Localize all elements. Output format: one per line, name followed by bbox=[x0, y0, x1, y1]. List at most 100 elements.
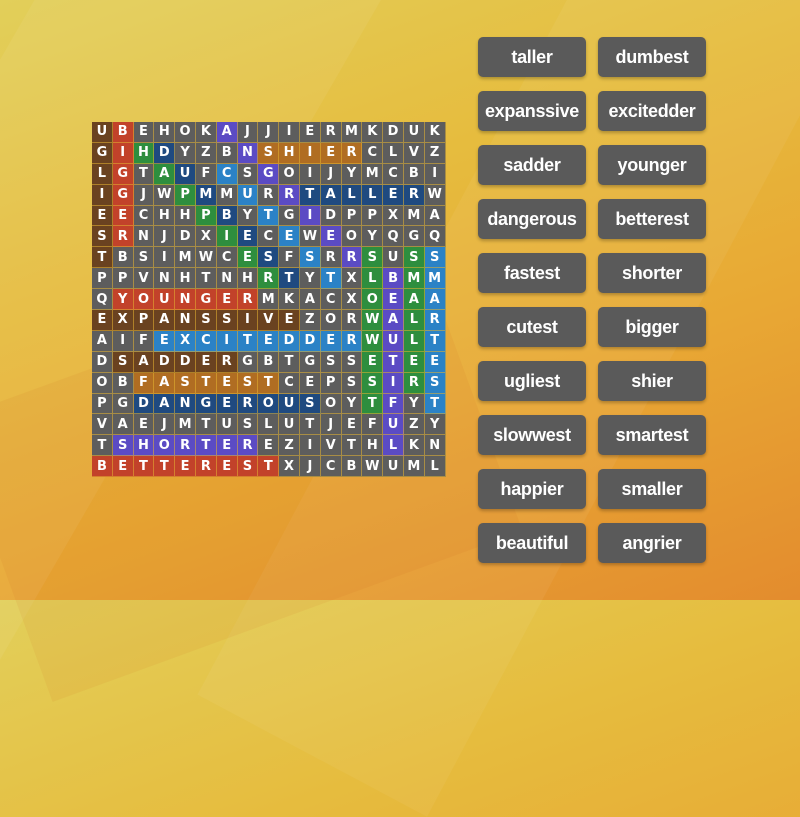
grid-cell[interactable]: N bbox=[216, 268, 238, 290]
grid-cell[interactable]: I bbox=[299, 435, 321, 457]
grid-cell[interactable]: H bbox=[279, 142, 300, 164]
grid-cell[interactable]: T bbox=[383, 351, 404, 373]
grid-cell[interactable]: G bbox=[92, 142, 113, 164]
grid-cell[interactable]: B bbox=[112, 372, 134, 394]
grid-cell[interactable]: R bbox=[112, 226, 134, 248]
grid-cell[interactable]: A bbox=[133, 351, 155, 373]
grid-cell[interactable]: Q bbox=[424, 226, 446, 248]
grid-cell[interactable]: D bbox=[320, 205, 342, 227]
grid-cell[interactable]: V bbox=[403, 142, 425, 164]
grid-cell[interactable]: B bbox=[92, 456, 113, 478]
grid-cell[interactable]: T bbox=[195, 414, 217, 436]
grid-cell[interactable]: Y bbox=[341, 163, 363, 185]
grid-cell[interactable]: C bbox=[133, 205, 155, 227]
grid-cell[interactable]: L bbox=[383, 435, 404, 457]
grid-cell[interactable]: E bbox=[112, 205, 134, 227]
grid-cell[interactable]: S bbox=[92, 226, 113, 248]
grid-cell[interactable]: B bbox=[112, 122, 134, 143]
grid-cell[interactable]: S bbox=[133, 247, 155, 269]
grid-cell[interactable]: V bbox=[133, 268, 155, 290]
grid-cell[interactable]: R bbox=[403, 372, 425, 394]
grid-cell[interactable]: I bbox=[383, 372, 404, 394]
grid-cell[interactable]: M bbox=[258, 289, 280, 311]
grid-cell[interactable]: A bbox=[154, 163, 176, 185]
grid-cell[interactable]: H bbox=[154, 205, 176, 227]
grid-cell[interactable]: X bbox=[341, 268, 363, 290]
grid-cell[interactable]: H bbox=[175, 268, 196, 290]
grid-cell[interactable]: I bbox=[299, 163, 321, 185]
grid-cell[interactable]: E bbox=[362, 351, 384, 373]
grid-cell[interactable]: U bbox=[383, 330, 404, 352]
word-button-sadder[interactable]: sadder bbox=[478, 145, 586, 185]
grid-cell[interactable]: E bbox=[258, 330, 280, 352]
grid-cell[interactable]: T bbox=[258, 372, 280, 394]
grid-cell[interactable]: S bbox=[403, 247, 425, 269]
grid-cell[interactable]: I bbox=[424, 163, 446, 185]
grid-cell[interactable]: I bbox=[299, 142, 321, 164]
grid-cell[interactable]: D bbox=[92, 351, 113, 373]
grid-cell[interactable]: Z bbox=[195, 142, 217, 164]
grid-cell[interactable]: I bbox=[299, 205, 321, 227]
grid-cell[interactable]: R bbox=[258, 268, 280, 290]
grid-cell[interactable]: F bbox=[362, 414, 384, 436]
grid-cell[interactable]: U bbox=[92, 122, 113, 143]
grid-cell[interactable]: F bbox=[279, 247, 300, 269]
grid-cell[interactable]: I bbox=[216, 226, 238, 248]
grid-cell[interactable]: O bbox=[279, 163, 300, 185]
grid-cell[interactable]: E bbox=[383, 184, 404, 206]
grid-cell[interactable]: D bbox=[175, 226, 196, 248]
grid-cell[interactable]: O bbox=[362, 289, 384, 311]
grid-cell[interactable]: C bbox=[320, 289, 342, 311]
grid-cell[interactable]: I bbox=[112, 330, 134, 352]
grid-cell[interactable]: D bbox=[175, 351, 196, 373]
grid-cell[interactable]: T bbox=[92, 435, 113, 457]
grid-cell[interactable]: K bbox=[195, 122, 217, 143]
grid-cell[interactable]: T bbox=[258, 205, 280, 227]
grid-cell[interactable]: S bbox=[112, 351, 134, 373]
word-button-younger[interactable]: younger bbox=[598, 145, 706, 185]
grid-cell[interactable]: B bbox=[341, 456, 363, 478]
grid-cell[interactable]: S bbox=[320, 351, 342, 373]
grid-cell[interactable]: P bbox=[92, 268, 113, 290]
grid-cell[interactable]: T bbox=[154, 456, 176, 478]
grid-cell[interactable]: R bbox=[403, 184, 425, 206]
grid-cell[interactable]: U bbox=[383, 456, 404, 478]
grid-cell[interactable]: Z bbox=[403, 414, 425, 436]
grid-cell[interactable]: I bbox=[112, 142, 134, 164]
grid-cell[interactable]: G bbox=[299, 351, 321, 373]
grid-cell[interactable]: E bbox=[341, 414, 363, 436]
grid-cell[interactable]: T bbox=[92, 247, 113, 269]
grid-cell[interactable]: Y bbox=[299, 268, 321, 290]
grid-cell[interactable]: E bbox=[279, 226, 300, 248]
grid-cell[interactable]: G bbox=[403, 226, 425, 248]
grid-cell[interactable]: C bbox=[258, 226, 280, 248]
grid-cell[interactable]: C bbox=[279, 372, 300, 394]
grid-cell[interactable]: P bbox=[175, 184, 196, 206]
word-button-dumbest[interactable]: dumbest bbox=[598, 37, 706, 77]
grid-cell[interactable]: B bbox=[258, 351, 280, 373]
word-button-fastest[interactable]: fastest bbox=[478, 253, 586, 293]
grid-cell[interactable]: Y bbox=[341, 393, 363, 415]
grid-cell[interactable]: S bbox=[175, 372, 196, 394]
grid-cell[interactable]: H bbox=[133, 142, 155, 164]
grid-cell[interactable]: M bbox=[216, 184, 238, 206]
grid-cell[interactable]: H bbox=[175, 205, 196, 227]
grid-cell[interactable]: I bbox=[216, 330, 238, 352]
grid-cell[interactable]: E bbox=[175, 456, 196, 478]
grid-cell[interactable]: O bbox=[258, 393, 280, 415]
grid-cell[interactable]: R bbox=[424, 310, 446, 331]
grid-cell[interactable]: J bbox=[154, 414, 176, 436]
grid-cell[interactable]: E bbox=[92, 205, 113, 227]
grid-cell[interactable]: H bbox=[237, 268, 259, 290]
grid-cell[interactable]: O bbox=[133, 289, 155, 311]
grid-cell[interactable]: U bbox=[154, 289, 176, 311]
grid-cell[interactable]: O bbox=[92, 372, 113, 394]
grid-cell[interactable]: T bbox=[299, 414, 321, 436]
grid-cell[interactable]: I bbox=[92, 184, 113, 206]
grid-cell[interactable]: R bbox=[195, 456, 217, 478]
grid-cell[interactable]: A bbox=[424, 205, 446, 227]
grid-cell[interactable]: L bbox=[362, 184, 384, 206]
grid-cell[interactable]: Y bbox=[403, 393, 425, 415]
grid-cell[interactable]: E bbox=[320, 142, 342, 164]
grid-cell[interactable]: F bbox=[133, 330, 155, 352]
